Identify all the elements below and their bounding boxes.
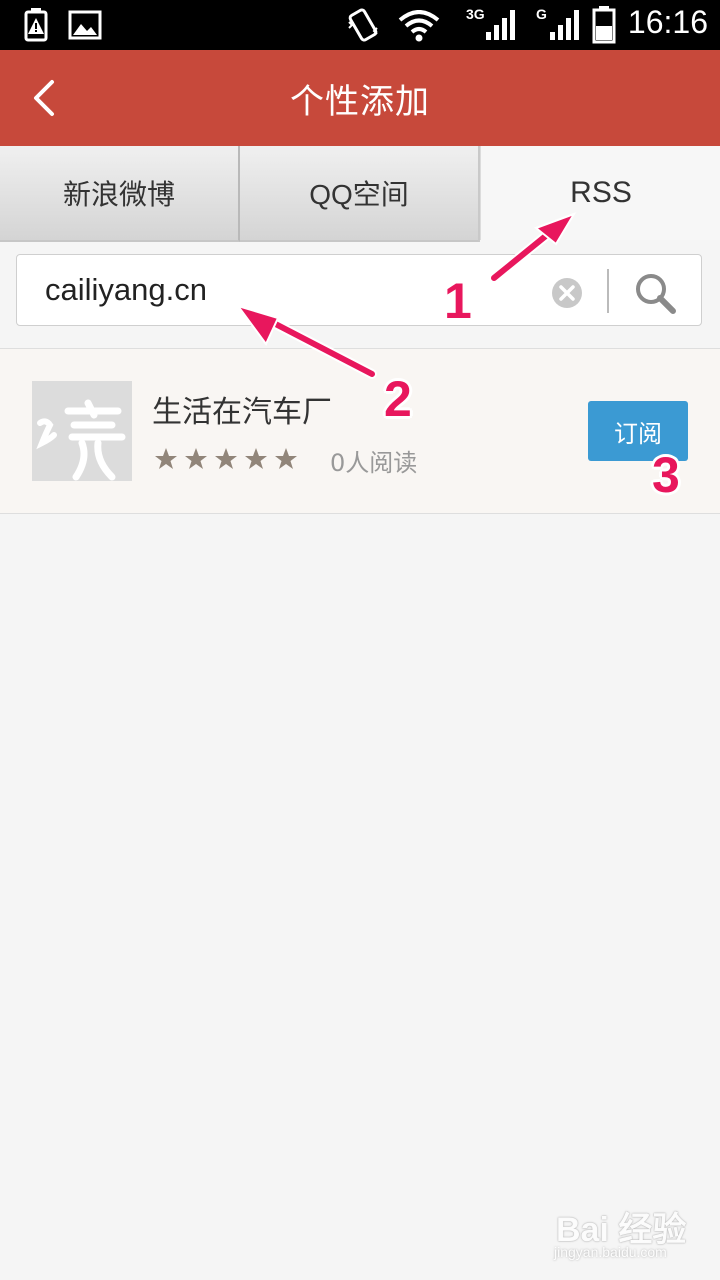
search-box	[16, 254, 702, 326]
list-item[interactable]: 生活在汽车厂 0人阅读 订阅	[0, 349, 720, 513]
status-bar: 3G G 16:16	[0, 0, 720, 50]
network-g-label: G	[536, 6, 547, 22]
tab-sina-weibo[interactable]: 新浪微博	[0, 146, 240, 242]
watermark-url: jingyan.baidu.com	[554, 1244, 667, 1260]
star-icon	[245, 448, 267, 469]
feed-thumbnail	[32, 381, 132, 481]
rating-stars	[154, 447, 298, 471]
search-icon[interactable]	[633, 271, 677, 315]
clock: 16:16	[627, 4, 708, 40]
signal-g-icon	[550, 10, 579, 40]
baidu-watermark: Bai 经验 jingyan.baidu.com	[550, 1196, 710, 1268]
annotation-number-1: 1	[444, 273, 472, 329]
annotation-number-3: 3	[652, 447, 680, 503]
vibrate-icon	[348, 8, 378, 42]
star-icon	[215, 448, 237, 469]
reader-count: 0人阅读	[330, 449, 418, 477]
signal-3g-icon	[486, 10, 515, 40]
app-header: 个性添加	[0, 50, 720, 146]
image-icon	[68, 10, 102, 40]
page-title: 个性添加	[290, 82, 430, 122]
wifi-icon	[398, 10, 440, 42]
star-icon	[185, 448, 207, 469]
clear-circle-icon[interactable]	[551, 277, 583, 309]
source-tabs: 新浪微博 QQ空间 RSS	[0, 146, 720, 242]
battery-icon	[592, 6, 616, 44]
network-3g-label: 3G	[466, 6, 485, 22]
search-divider	[607, 269, 609, 313]
battery-warning-icon	[24, 8, 48, 42]
annotation-number-2: 2	[384, 371, 412, 427]
feed-title: 生活在汽车厂	[152, 395, 332, 430]
star-icon	[275, 448, 297, 469]
divider	[0, 513, 720, 514]
tab-qq-space[interactable]: QQ空间	[240, 146, 480, 242]
star-icon	[155, 448, 177, 469]
tab-rss[interactable]: RSS	[480, 146, 720, 240]
